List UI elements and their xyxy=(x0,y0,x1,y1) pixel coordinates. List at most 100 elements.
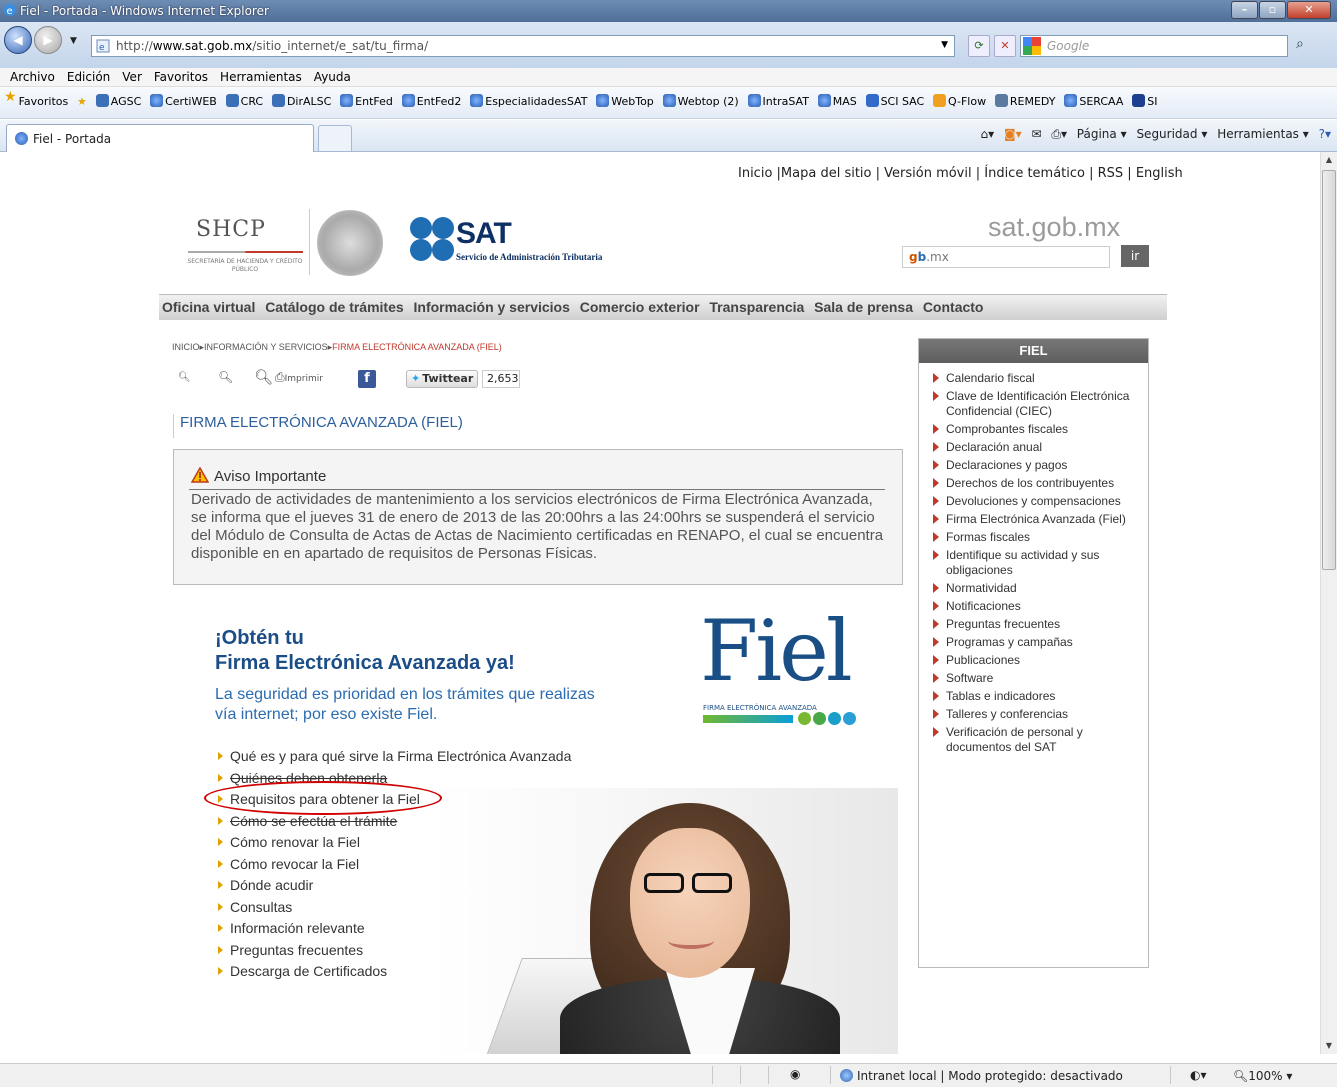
sidebar-item[interactable]: Verificación de personal y documentos de… xyxy=(931,725,1144,755)
back-button[interactable]: ◀ xyxy=(4,26,32,54)
print-icon[interactable]: ⎙Imprimir xyxy=(275,370,323,385)
menu-favoritos[interactable]: Favoritos xyxy=(148,68,214,86)
nav-transparencia[interactable]: Transparencia xyxy=(706,295,807,315)
vertical-scrollbar[interactable]: ▲ ▼ xyxy=(1320,152,1337,1054)
menu-archivo[interactable]: Archivo xyxy=(4,68,61,86)
zoom-large-icon[interactable]: 🔍︎ xyxy=(254,368,273,386)
sidebar-item[interactable]: Normatividad xyxy=(931,581,1144,596)
menu-herramientas[interactable]: Herramientas xyxy=(214,68,308,86)
link-como-renovar[interactable]: Cómo renovar la Fiel xyxy=(218,834,571,856)
fav-crc[interactable]: CRC xyxy=(225,94,263,108)
sidebar-item[interactable]: Devoluciones y compensaciones xyxy=(931,494,1144,509)
forward-button[interactable]: ▶ xyxy=(34,26,62,54)
help-icon[interactable]: ?▾ xyxy=(1319,127,1331,141)
menu-ver[interactable]: Ver xyxy=(116,68,148,86)
address-dropdown-icon[interactable]: ▼ xyxy=(941,40,948,50)
favorites-button[interactable]: Favoritos xyxy=(19,95,69,108)
sidebar-item[interactable]: Clave de Identificación Electrónica Conf… xyxy=(931,389,1144,419)
site-search-input[interactable]: gb.mx xyxy=(902,246,1110,268)
zoom-small-icon[interactable]: 🔍︎ xyxy=(178,372,191,383)
shcp-logo[interactable]: SHCP SECRETARÍA DE HACIENDA Y CRÉDITO PÚ… xyxy=(168,209,308,289)
fav-webtop[interactable]: WebTop xyxy=(596,94,654,108)
fav-entfed[interactable]: EntFed xyxy=(340,94,393,108)
nav-catalogo-tramites[interactable]: Catálogo de trámites xyxy=(262,295,406,315)
fav-remedy[interactable]: REMEDY xyxy=(994,94,1056,108)
fav-sercaa[interactable]: SERCAA xyxy=(1064,94,1123,108)
sidebar-item[interactable]: Talleres y conferencias xyxy=(931,707,1144,722)
sidebar-item[interactable]: Programas y campañas xyxy=(931,635,1144,650)
link-descarga-certificados[interactable]: Descarga de Certificados xyxy=(218,963,571,985)
sidebar-item[interactable]: Publicaciones xyxy=(931,653,1144,668)
fav-especialidadessat[interactable]: EspecialidadesSAT xyxy=(470,94,587,108)
nav-sala-prensa[interactable]: Sala de prensa xyxy=(811,295,916,315)
rss-icon[interactable]: ◙▾ xyxy=(1004,127,1022,141)
scroll-down-icon[interactable]: ▼ xyxy=(1321,1038,1337,1054)
link-como-se-efectua[interactable]: Cómo se efectúa el trámite xyxy=(218,813,571,835)
sidebar-item[interactable]: Declaraciones y pagos xyxy=(931,458,1144,473)
minimize-button[interactable]: – xyxy=(1231,1,1258,19)
new-tab-button[interactable] xyxy=(318,125,352,151)
link-informacion-relevante[interactable]: Información relevante xyxy=(218,920,571,942)
fav-si[interactable]: SI xyxy=(1132,94,1157,108)
address-field[interactable]: e http://www.sat.gob.mx/sitio_internet/e… xyxy=(91,35,955,57)
nav-comercio-exterior[interactable]: Comercio exterior xyxy=(577,295,703,315)
link-consultas[interactable]: Consultas xyxy=(218,899,571,921)
link-preguntas-frecuentes[interactable]: Preguntas frecuentes xyxy=(218,942,571,964)
scroll-up-icon[interactable]: ▲ xyxy=(1321,152,1337,168)
scroll-thumb[interactable] xyxy=(1322,170,1336,570)
link-como-revocar[interactable]: Cómo revocar la Fiel xyxy=(218,856,571,878)
nav-contacto[interactable]: Contacto xyxy=(920,295,987,315)
tweet-button[interactable]: ✦ Twittear xyxy=(406,370,478,388)
breadcrumb-informacion[interactable]: INFORMACIÓN Y SERVICIOS xyxy=(204,342,328,352)
zoom-level[interactable]: 🔍︎100% ▾ xyxy=(1233,1069,1292,1083)
facebook-icon[interactable]: f xyxy=(358,370,376,388)
fav-diralsc[interactable]: DirALSC xyxy=(271,94,331,108)
sidebar-item[interactable]: Calendario fiscal xyxy=(931,371,1144,386)
close-button[interactable]: ✕ xyxy=(1287,1,1331,19)
privacy-eye-icon[interactable]: ◉ xyxy=(790,1067,800,1081)
search-icon[interactable]: ⌕ xyxy=(1296,36,1304,52)
zoom-medium-icon[interactable]: 🔍︎ xyxy=(218,370,233,384)
fav-entfed2[interactable]: EntFed2 xyxy=(401,94,461,108)
nav-informacion-servicios[interactable]: Información y servicios xyxy=(411,295,573,315)
sidebar-item[interactable]: Derechos de los contribuyentes xyxy=(931,476,1144,491)
search-box[interactable]: Google xyxy=(1020,35,1288,57)
site-search-button[interactable]: ir xyxy=(1121,245,1149,267)
add-favorite-icon[interactable]: ★ xyxy=(77,95,87,108)
tab-fiel-portada[interactable]: Fiel - Portada xyxy=(6,124,314,152)
top-links[interactable]: Inicio |Mapa del sitio | Versión móvil |… xyxy=(738,166,1183,181)
mail-icon[interactable]: ✉ xyxy=(1031,127,1041,141)
print-icon[interactable]: ⎙▾ xyxy=(1051,127,1067,141)
home-icon[interactable]: ⌂▾ xyxy=(980,127,994,141)
favorites-star-icon[interactable]: ★ xyxy=(4,89,17,105)
link-donde-acudir[interactable]: Dónde acudir xyxy=(218,877,571,899)
menu-ayuda[interactable]: Ayuda xyxy=(308,68,357,86)
menu-pagina[interactable]: Página ▾ xyxy=(1077,127,1127,141)
nav-oficina-virtual[interactable]: Oficina virtual xyxy=(159,295,258,315)
history-dropdown-icon[interactable]: ▼ xyxy=(70,36,77,46)
fav-sci-sac[interactable]: SCI SAC xyxy=(865,94,924,108)
fav-certiweb[interactable]: CertiWEB xyxy=(150,94,217,108)
breadcrumb-inicio[interactable]: INICIO xyxy=(172,342,200,352)
security-zone[interactable]: Intranet local | Modo protegido: desacti… xyxy=(840,1069,1123,1083)
fav-q-flow[interactable]: Q-Flow xyxy=(933,94,986,108)
menu-edicion[interactable]: Edición xyxy=(61,68,116,86)
sidebar-item[interactable]: Declaración anual xyxy=(931,440,1144,455)
sidebar-item[interactable]: Notificaciones xyxy=(931,599,1144,614)
menu-herramientas-cmd[interactable]: Herramientas ▾ xyxy=(1217,127,1309,141)
maximize-button[interactable]: ▫ xyxy=(1259,1,1286,19)
sidebar-item[interactable]: Formas fiscales xyxy=(931,530,1144,545)
sidebar-item[interactable]: Tablas e indicadores xyxy=(931,689,1144,704)
link-que-es[interactable]: Qué es y para qué sirve la Firma Electró… xyxy=(218,748,571,770)
menu-seguridad[interactable]: Seguridad ▾ xyxy=(1136,127,1207,141)
refresh-icon[interactable]: ⟳ xyxy=(968,35,990,57)
sidebar-item[interactable]: Firma Electrónica Avanzada (Fiel) xyxy=(931,512,1144,527)
fav-mas[interactable]: MAS xyxy=(817,94,857,108)
fav-agsc[interactable]: AGSC xyxy=(95,94,141,108)
compat-icon[interactable]: ◐▾ xyxy=(1190,1068,1207,1082)
sidebar-item[interactable]: Software xyxy=(931,671,1144,686)
stop-icon[interactable]: ✕ xyxy=(994,35,1016,57)
sidebar-item[interactable]: Identifique su actividad y sus obligacio… xyxy=(931,548,1144,578)
fav-intrasat[interactable]: IntraSAT xyxy=(747,94,809,108)
sidebar-item[interactable]: Preguntas frecuentes xyxy=(931,617,1144,632)
